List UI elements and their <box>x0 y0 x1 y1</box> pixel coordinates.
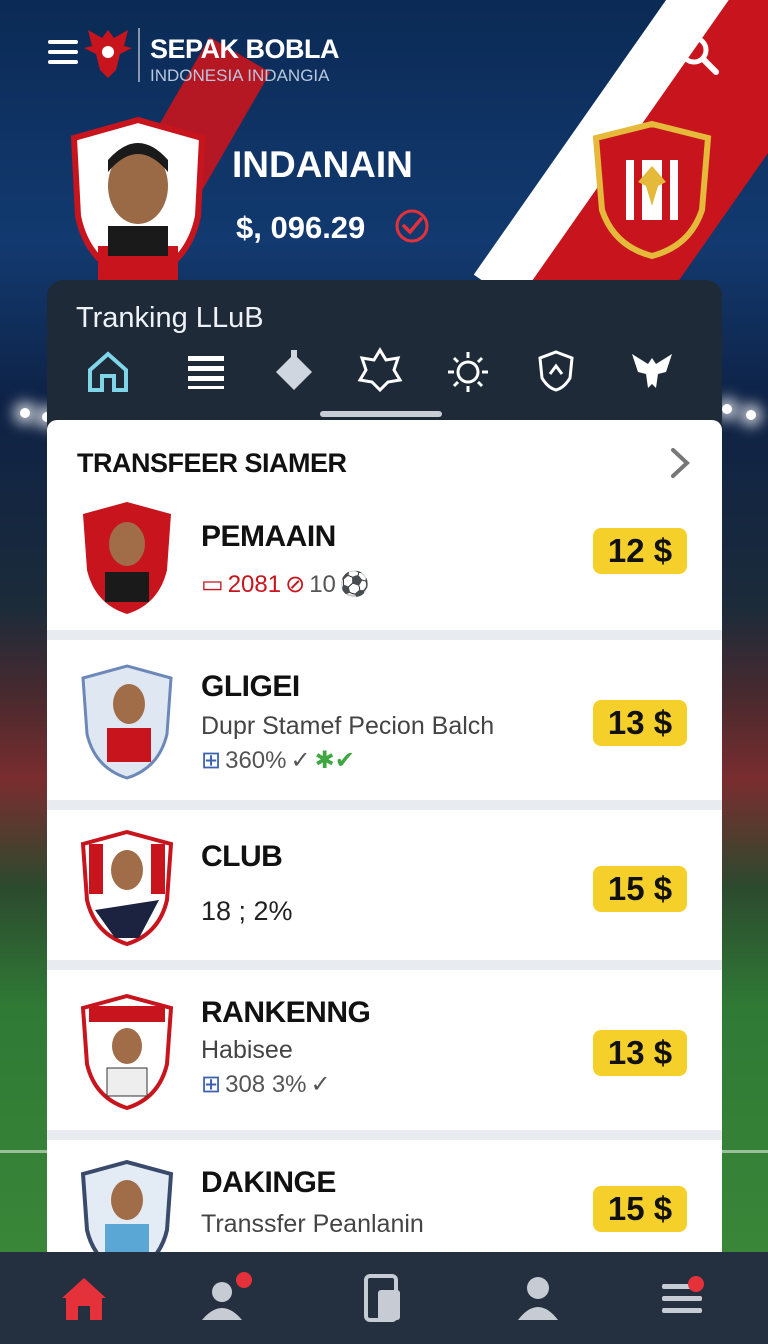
row-meta: ▭ 2081 ⊘ 10 ⚽ <box>201 570 370 599</box>
brand-title: SEPAK BOBLA <box>150 34 340 64</box>
check-icon: ✓ <box>310 1071 331 1098</box>
row-name: CLUB <box>201 840 283 873</box>
home-icon[interactable] <box>82 344 134 396</box>
divider <box>138 28 140 82</box>
row-meta: ⊞ 308 3% ✓ <box>201 1070 331 1099</box>
chevron-right-icon[interactable] <box>667 446 693 480</box>
player-avatar <box>80 1160 174 1252</box>
transfer-list: TRANSFEER SIAMER PEMAAIN ▭ 2081 ⊘ 10 ⚽ 1… <box>47 420 722 1252</box>
list-icon[interactable] <box>180 344 232 396</box>
user-icon[interactable] <box>510 1270 566 1326</box>
panel-icon-bar <box>60 340 720 400</box>
badge-icon[interactable] <box>354 344 406 396</box>
list-item[interactable]: DAKINGE Transsfer Peanlanin 15 $ <box>47 1140 722 1252</box>
player-name: INDANAIN <box>232 144 413 185</box>
bottom-nav <box>0 1252 768 1344</box>
top-bar: SEPAK BOBLA INDONESIA INDANGIA <box>0 0 768 110</box>
row-subtitle: Transsfer Peanlanin <box>201 1210 424 1238</box>
verified-check-icon <box>395 209 429 243</box>
price-badge: 13 $ <box>593 700 687 746</box>
sun-icon[interactable] <box>442 344 494 396</box>
section-title: TRANSFEER SIAMER <box>77 448 347 478</box>
search-icon[interactable] <box>676 32 720 76</box>
stats-icon: ⊞ <box>201 747 222 774</box>
row-name: RANKENNG <box>201 996 371 1029</box>
check-icon: ⊘ <box>285 571 306 598</box>
eagle-icon[interactable] <box>626 344 678 396</box>
row-meta-value: 360% <box>225 746 287 774</box>
check-icon: ✓ <box>290 747 311 774</box>
shield-icon[interactable] <box>530 344 582 396</box>
row-name: DAKINGE <box>201 1166 336 1199</box>
home-icon[interactable] <box>56 1270 112 1326</box>
row-subtitle: 18 ; 2% <box>201 896 293 926</box>
clipboard-icon: ▭ <box>201 571 224 598</box>
hamburger-menu-icon[interactable] <box>48 40 78 68</box>
player-balance: $, 096.29 <box>236 210 366 245</box>
club-crest-icon[interactable] <box>590 120 714 260</box>
divider <box>47 1130 722 1140</box>
list-item[interactable]: GLIGEI Dupr Stamef Pecion Balch ⊞ 360% ✓… <box>47 640 722 810</box>
list-item[interactable]: CLUB 18 ; 2% 15 $ <box>47 810 722 970</box>
garuda-logo-icon <box>84 30 132 78</box>
notification-dot <box>688 1276 704 1292</box>
player-avatar <box>83 502 171 614</box>
row-meta: ⊞ 360% ✓ ✱✔ <box>201 746 355 775</box>
price-badge: 15 $ <box>593 866 687 912</box>
list-item[interactable]: PEMAAIN ▭ 2081 ⊘ 10 ⚽ 12 $ <box>47 490 722 640</box>
brand-subtitle: INDONESIA INDANGIA <box>150 66 330 85</box>
player-avatar <box>80 830 174 946</box>
divider <box>47 960 722 970</box>
row-meta-value: 308 3% <box>225 1070 307 1098</box>
divider <box>47 630 722 640</box>
player-avatar <box>81 664 173 780</box>
row-meta-count: 10 <box>309 570 336 598</box>
notification-dot <box>236 1272 252 1288</box>
price-badge: 12 $ <box>593 528 687 574</box>
row-subtitle: Dupr Stamef Pecion Balch <box>201 712 495 740</box>
price-badge: 13 $ <box>593 1030 687 1076</box>
panel-title: Tranking LLuB <box>76 302 264 334</box>
ball-icon: ⚽ <box>339 571 370 598</box>
row-name: PEMAAIN <box>201 520 336 553</box>
list-item[interactable]: RANKENNG Habisee ⊞ 308 3% ✓ 13 $ <box>47 970 722 1140</box>
row-subtitle: Habisee <box>201 1036 293 1064</box>
document-icon[interactable] <box>356 1270 412 1326</box>
spinning-top-icon[interactable] <box>268 344 320 396</box>
player-avatar <box>70 116 206 286</box>
row-meta-value: 2081 <box>227 570 282 598</box>
row-name: GLIGEI <box>201 670 300 703</box>
stats-icon: ⊞ <box>201 1071 222 1098</box>
divider <box>47 800 722 810</box>
price-badge: 15 $ <box>593 1186 687 1232</box>
player-avatar <box>80 994 174 1110</box>
stars-icon: ✱✔ <box>314 747 355 774</box>
drag-handle[interactable] <box>320 411 442 417</box>
